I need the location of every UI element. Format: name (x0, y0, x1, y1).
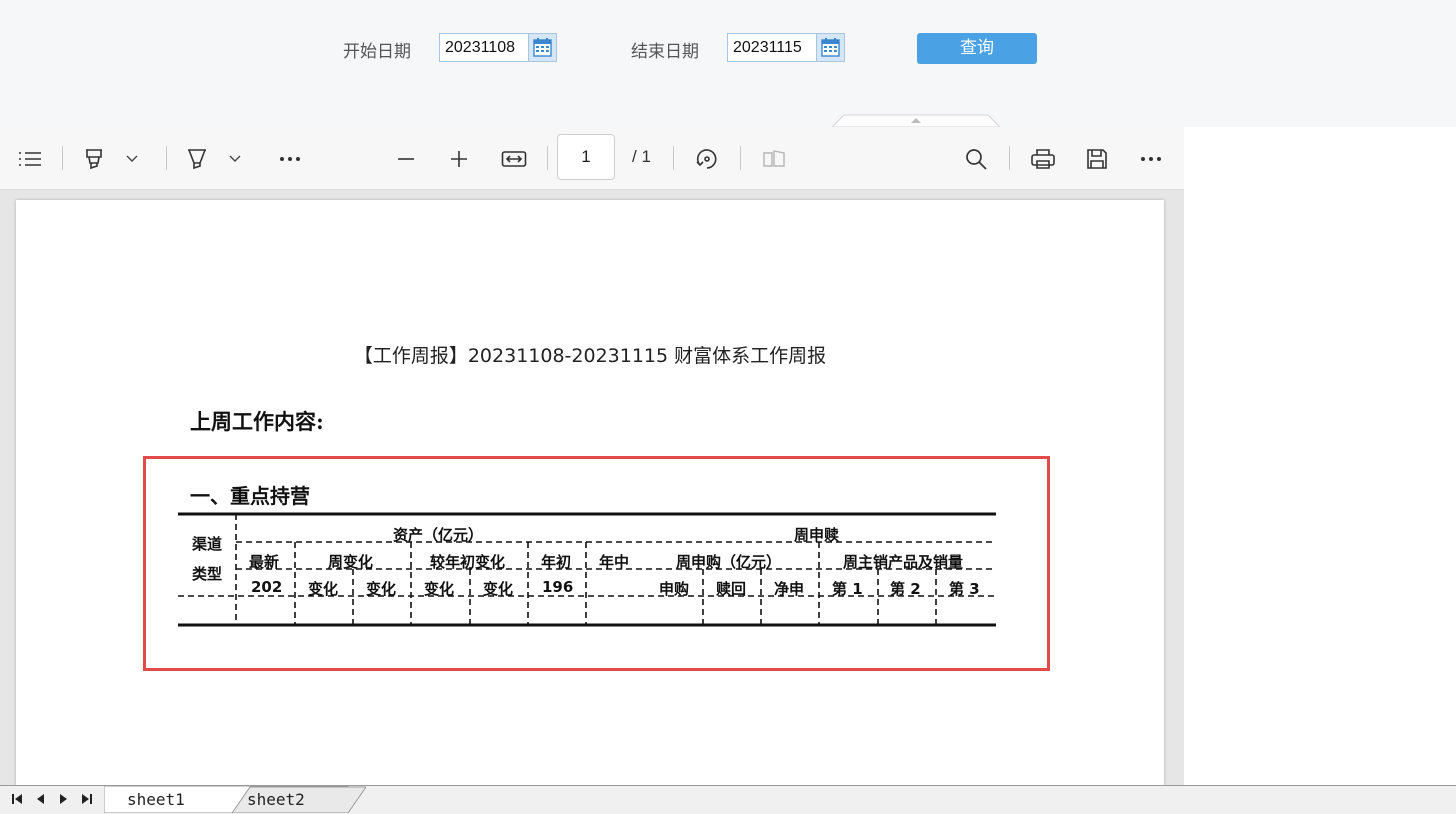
zoom-out-icon[interactable] (392, 145, 420, 173)
table-cell: 变化 (483, 580, 514, 598)
page-view-icon[interactable] (760, 145, 788, 173)
end-date-value: 20231115 (733, 39, 802, 56)
table-cell: 净申 (774, 580, 805, 598)
query-bar: 开始日期 20231108 结束日期 20231115 查询 (0, 0, 1456, 127)
zoom-in-icon[interactable] (445, 145, 473, 173)
print-icon[interactable] (1029, 145, 1057, 173)
table-cell: 赎回 (716, 580, 747, 598)
table-cell: 202 (251, 578, 283, 596)
table-cell: 申购 (659, 580, 690, 598)
table-group-assets: 资产（亿元） (393, 526, 484, 544)
pdf-toolbar: 1 / 1 (0, 127, 1184, 190)
table-header-latest: 最新 (249, 553, 280, 571)
table-cell: 第 1 (832, 580, 863, 598)
fit-width-icon[interactable] (500, 145, 528, 173)
start-date-value: 20231108 (445, 39, 515, 56)
table-cell: 第 2 (890, 580, 921, 598)
start-date-label: 开始日期 (343, 42, 411, 62)
more-icon[interactable] (1137, 145, 1165, 173)
table-cell: 196 (542, 578, 574, 596)
list-icon[interactable] (16, 145, 44, 173)
sheet-tab-bar: sheet1 sheet2 (0, 785, 1456, 814)
chevron-down-icon[interactable] (223, 145, 247, 173)
page-total: / 1 (632, 147, 651, 166)
first-sheet-icon[interactable] (10, 792, 24, 806)
table-cell: 第 3 (949, 580, 980, 598)
end-date-field[interactable]: 20231115 (727, 33, 845, 62)
pen-icon[interactable] (183, 145, 211, 173)
table-header-weekly-purchase: 周申购（亿元） (676, 553, 782, 571)
table-header-type: 类型 (192, 565, 223, 583)
sub-heading: 一、重点持营 (190, 484, 310, 508)
save-icon[interactable] (1083, 145, 1111, 173)
section-heading: 上周工作内容: (190, 409, 324, 434)
start-date-field[interactable]: 20231108 (439, 33, 557, 62)
last-sheet-icon[interactable] (80, 792, 94, 806)
table-group-weekly: 周申赎 (794, 526, 840, 544)
table-header-weekly-change: 周变化 (328, 553, 374, 571)
prev-sheet-icon[interactable] (34, 792, 48, 806)
next-sheet-icon[interactable] (56, 792, 70, 806)
pdf-viewer: 1 / 1 【工作周报】20231108-20231115 财富体系工作周报 上… (0, 127, 1184, 800)
report-table: 渠道 类型 资产（亿元） 周申赎 最新 周变化 较年初变化 年初 年中 周申购（… (178, 512, 996, 627)
end-date-label: 结束日期 (631, 42, 699, 62)
table-header-mid-year: 年中 (599, 553, 630, 571)
page-number-input[interactable]: 1 (557, 134, 615, 180)
document-title: 【工作周报】20231108-20231115 财富体系工作周报 (353, 345, 827, 367)
search-icon[interactable] (962, 145, 990, 173)
query-button[interactable]: 查询 (917, 33, 1037, 64)
rotate-icon[interactable] (693, 145, 721, 173)
table-cell: 变化 (308, 580, 339, 598)
pdf-page: 【工作周报】20231108-20231115 财富体系工作周报 上周工作内容:… (16, 200, 1164, 800)
more-icon[interactable] (276, 145, 304, 173)
table-cell: 变化 (366, 580, 397, 598)
highlighter-icon[interactable] (80, 145, 108, 173)
sheet-tab-sheet1[interactable]: sheet1 (127, 786, 185, 813)
calendar-icon[interactable] (816, 34, 844, 61)
table-header-ytd-change: 较年初变化 (430, 553, 506, 571)
table-header-year-start: 年初 (541, 553, 572, 571)
collapse-toggle[interactable] (832, 114, 1000, 127)
calendar-icon[interactable] (528, 34, 556, 61)
table-header-channel: 渠道 (192, 535, 223, 553)
table-header-top-products: 周主销产品及销量 (843, 553, 964, 571)
table-cell: 变化 (424, 580, 455, 598)
sheet-tab-sheet2[interactable]: sheet2 (247, 786, 305, 813)
chevron-down-icon[interactable] (120, 145, 144, 173)
